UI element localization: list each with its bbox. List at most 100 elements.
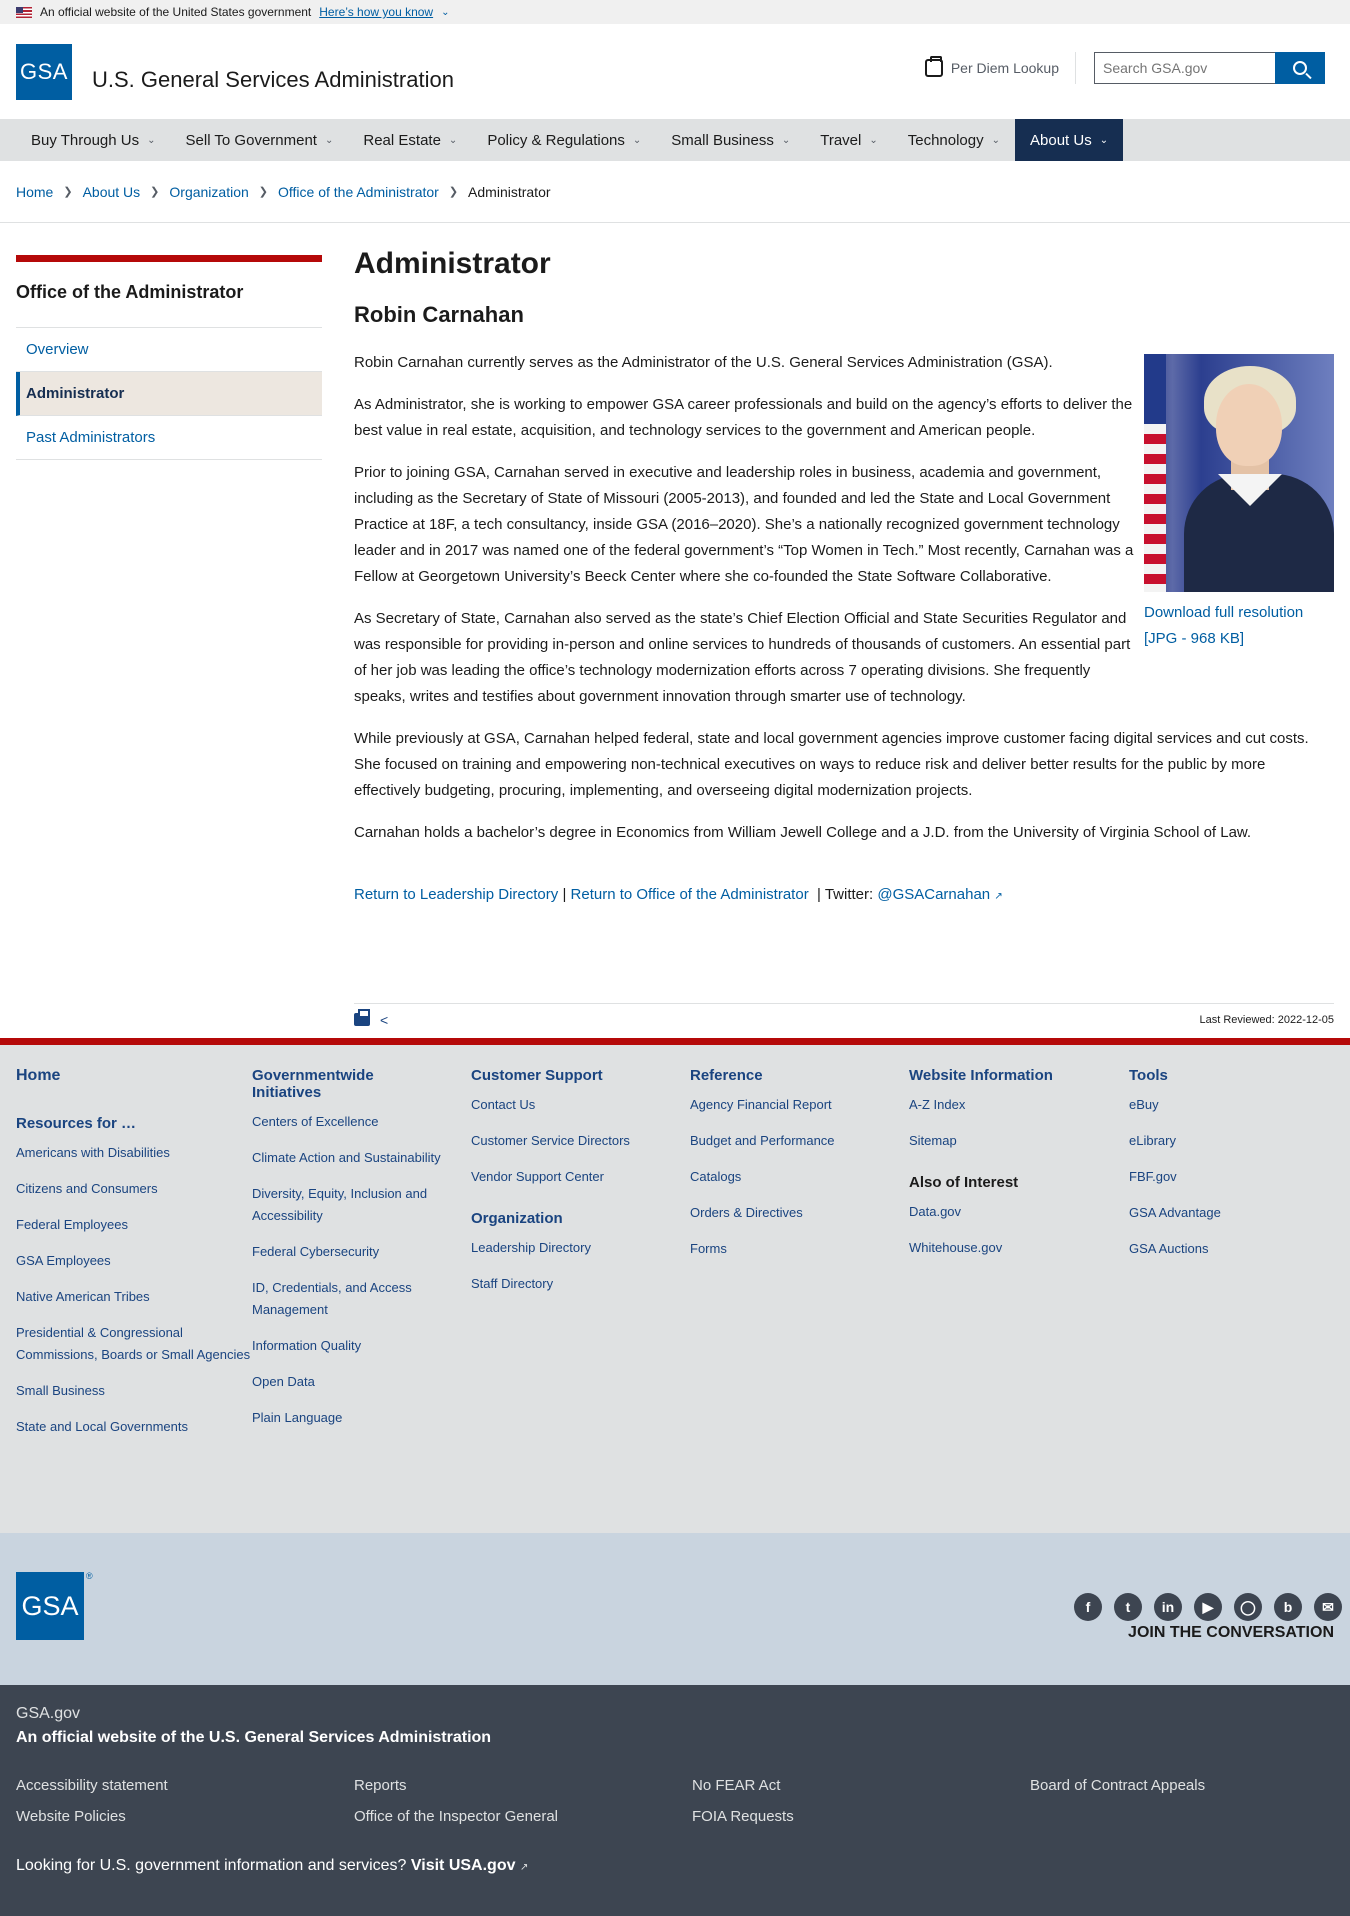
- chevron-down-icon: ⌄: [632, 134, 642, 146]
- breadcrumb-current: Administrator: [468, 183, 551, 200]
- identifier-link[interactable]: Office of the Inspector General: [354, 1808, 692, 1825]
- footer-link[interactable]: Customer Service Directors: [471, 1130, 690, 1152]
- twitter-link[interactable]: @GSACarnahan: [877, 886, 990, 903]
- blog-icon[interactable]: b: [1274, 1593, 1302, 1621]
- footer-link[interactable]: Vendor Support Center: [471, 1166, 690, 1188]
- identifier-link[interactable]: Accessibility statement: [16, 1777, 354, 1794]
- footer-resources-heading: Resources for …: [16, 1115, 137, 1132]
- footer-gsa-logo[interactable]: GSA: [16, 1572, 84, 1640]
- footer-link[interactable]: Budget and Performance: [690, 1130, 909, 1152]
- search-input[interactable]: [1094, 52, 1275, 84]
- footer-link[interactable]: eBuy: [1129, 1094, 1329, 1116]
- footer-link[interactable]: Climate Action and Sustainability: [252, 1147, 471, 1169]
- footer-home-link[interactable]: Home: [16, 1067, 252, 1085]
- breadcrumb-home[interactable]: Home: [16, 184, 53, 200]
- footer-link[interactable]: Staff Directory: [471, 1273, 690, 1295]
- registered-mark: ®: [86, 1571, 93, 1581]
- footer-link[interactable]: Catalogs: [690, 1166, 909, 1188]
- breadcrumb-organization[interactable]: Organization: [169, 184, 248, 200]
- footer-heading: Reference: [690, 1067, 763, 1084]
- footer-link[interactable]: Centers of Excellence: [252, 1111, 471, 1133]
- identifier-link[interactable]: No FEAR Act: [692, 1777, 1030, 1794]
- footer-link[interactable]: Leadership Directory: [471, 1237, 690, 1259]
- side-nav-past-administrators[interactable]: Past Administrators: [16, 416, 322, 460]
- nav-travel[interactable]: Travel ⌄: [805, 119, 893, 161]
- youtube-icon[interactable]: ▶: [1194, 1593, 1222, 1621]
- identifier-link[interactable]: FOIA Requests: [692, 1808, 1030, 1825]
- nav-about-us[interactable]: About Us ⌄: [1015, 119, 1124, 161]
- last-reviewed: Last Reviewed: 2022-12-05: [1199, 1013, 1334, 1026]
- per-diem-lookup-link[interactable]: Per Diem Lookup: [924, 52, 1076, 84]
- footer-link[interactable]: State and Local Governments: [16, 1416, 252, 1438]
- return-to-office-link[interactable]: Return to Office of the Administrator: [571, 886, 809, 903]
- nav-label: Policy & Regulations: [487, 131, 625, 149]
- footer-link[interactable]: GSA Employees: [16, 1250, 252, 1272]
- footer-link[interactable]: Native American Tribes: [16, 1286, 252, 1308]
- footer-link[interactable]: Contact Us: [471, 1094, 690, 1116]
- footer-link[interactable]: Open Data: [252, 1371, 471, 1393]
- side-nav: Office of the Administrator Overview Adm…: [16, 255, 322, 1038]
- share-icon[interactable]: <: [380, 1012, 388, 1028]
- search-button[interactable]: [1275, 52, 1325, 84]
- download-full-resolution-link[interactable]: Download full resolution [JPG - 968 KB]: [1144, 600, 1334, 652]
- gov-banner-text: An official website of the United States…: [40, 5, 312, 19]
- identifier-link[interactable]: Website Policies: [16, 1808, 354, 1825]
- instagram-icon[interactable]: ◯: [1234, 1593, 1262, 1621]
- footer-link[interactable]: Citizens and Consumers: [16, 1178, 252, 1200]
- footer-link[interactable]: Presidential & Congressional Commissions…: [16, 1322, 252, 1366]
- breadcrumb-about-us[interactable]: About Us: [83, 184, 141, 200]
- nav-real-estate[interactable]: Real Estate ⌄: [348, 119, 472, 161]
- footer-link[interactable]: Americans with Disabilities: [16, 1142, 252, 1164]
- side-nav-administrator[interactable]: Administrator: [16, 372, 322, 416]
- footer-link[interactable]: FBF.gov: [1129, 1166, 1329, 1188]
- footer-link[interactable]: Plain Language: [252, 1407, 471, 1429]
- nav-label: About Us: [1030, 131, 1092, 149]
- identifier-link[interactable]: Reports: [354, 1777, 692, 1794]
- nav-sell-to-government[interactable]: Sell To Government ⌄: [171, 119, 349, 161]
- footer-link[interactable]: Federal Employees: [16, 1214, 252, 1236]
- footer-column-initiatives: Governmentwide Initiatives Centers of Ex…: [252, 1067, 471, 1533]
- portrait-figure: Download full resolution [JPG - 968 KB]: [1144, 354, 1334, 652]
- primary-nav: Buy Through Us ⌄ Sell To Government ⌄ Real…: [0, 119, 1350, 161]
- twitter-icon[interactable]: t: [1114, 1593, 1142, 1621]
- identifier-link[interactable]: Board of Contract Appeals: [1030, 1777, 1330, 1794]
- footer-link[interactable]: Orders & Directives: [690, 1202, 909, 1224]
- link-separator: |: [562, 886, 567, 903]
- side-nav-overview[interactable]: Overview: [16, 328, 322, 372]
- footer-link[interactable]: GSA Advantage: [1129, 1202, 1329, 1224]
- footer-link[interactable]: A-Z Index: [909, 1094, 1129, 1116]
- nav-technology[interactable]: Technology ⌄: [893, 119, 1015, 161]
- heres-how-you-know-link[interactable]: Here’s how you know: [319, 5, 433, 19]
- breadcrumb: Home ❯ About Us ❯ Organization ❯ Office …: [0, 161, 1350, 223]
- footer-link[interactable]: Small Business: [16, 1380, 252, 1402]
- chevron-right-icon: ❯: [63, 186, 73, 198]
- return-to-leadership-directory-link[interactable]: Return to Leadership Directory: [354, 886, 558, 903]
- nav-buy-through-us[interactable]: Buy Through Us ⌄: [16, 119, 171, 161]
- breadcrumb-office-of-the-administrator[interactable]: Office of the Administrator: [278, 184, 439, 200]
- footer-link[interactable]: Diversity, Equity, Inclusion and Accessi…: [252, 1183, 471, 1227]
- gsa-logo[interactable]: GSA: [16, 43, 72, 100]
- footer-heading: Customer Support: [471, 1067, 603, 1084]
- site-title[interactable]: U.S. General Services Administration: [92, 67, 454, 93]
- footer-link[interactable]: Federal Cybersecurity: [252, 1241, 471, 1263]
- footer-link[interactable]: ID, Credentials, and Access Management: [252, 1277, 471, 1321]
- visit-usa-gov-link[interactable]: Visit USA.gov: [411, 1857, 516, 1874]
- footer-link[interactable]: GSA Auctions: [1129, 1238, 1329, 1260]
- facebook-icon[interactable]: f: [1074, 1593, 1102, 1621]
- email-icon[interactable]: ✉: [1314, 1593, 1342, 1621]
- footer-link[interactable]: Data.gov: [909, 1201, 1129, 1223]
- bio-paragraph: While previously at GSA, Carnahan helped…: [354, 730, 1309, 799]
- print-icon[interactable]: [354, 1009, 370, 1026]
- chevron-down-icon: ⌄: [441, 6, 450, 18]
- footer-link[interactable]: Whitehouse.gov: [909, 1237, 1129, 1259]
- chevron-down-icon: ⌄: [781, 134, 791, 146]
- nav-label: Sell To Government: [185, 131, 317, 149]
- nav-policy-regulations[interactable]: Policy & Regulations ⌄: [472, 119, 656, 161]
- footer-link[interactable]: Forms: [690, 1238, 909, 1260]
- footer-link[interactable]: Sitemap: [909, 1130, 1129, 1152]
- footer-link[interactable]: eLibrary: [1129, 1130, 1329, 1152]
- nav-small-business[interactable]: Small Business ⌄: [656, 119, 805, 161]
- linkedin-icon[interactable]: in: [1154, 1593, 1182, 1621]
- footer-link[interactable]: Information Quality: [252, 1335, 471, 1357]
- footer-link[interactable]: Agency Financial Report: [690, 1094, 909, 1116]
